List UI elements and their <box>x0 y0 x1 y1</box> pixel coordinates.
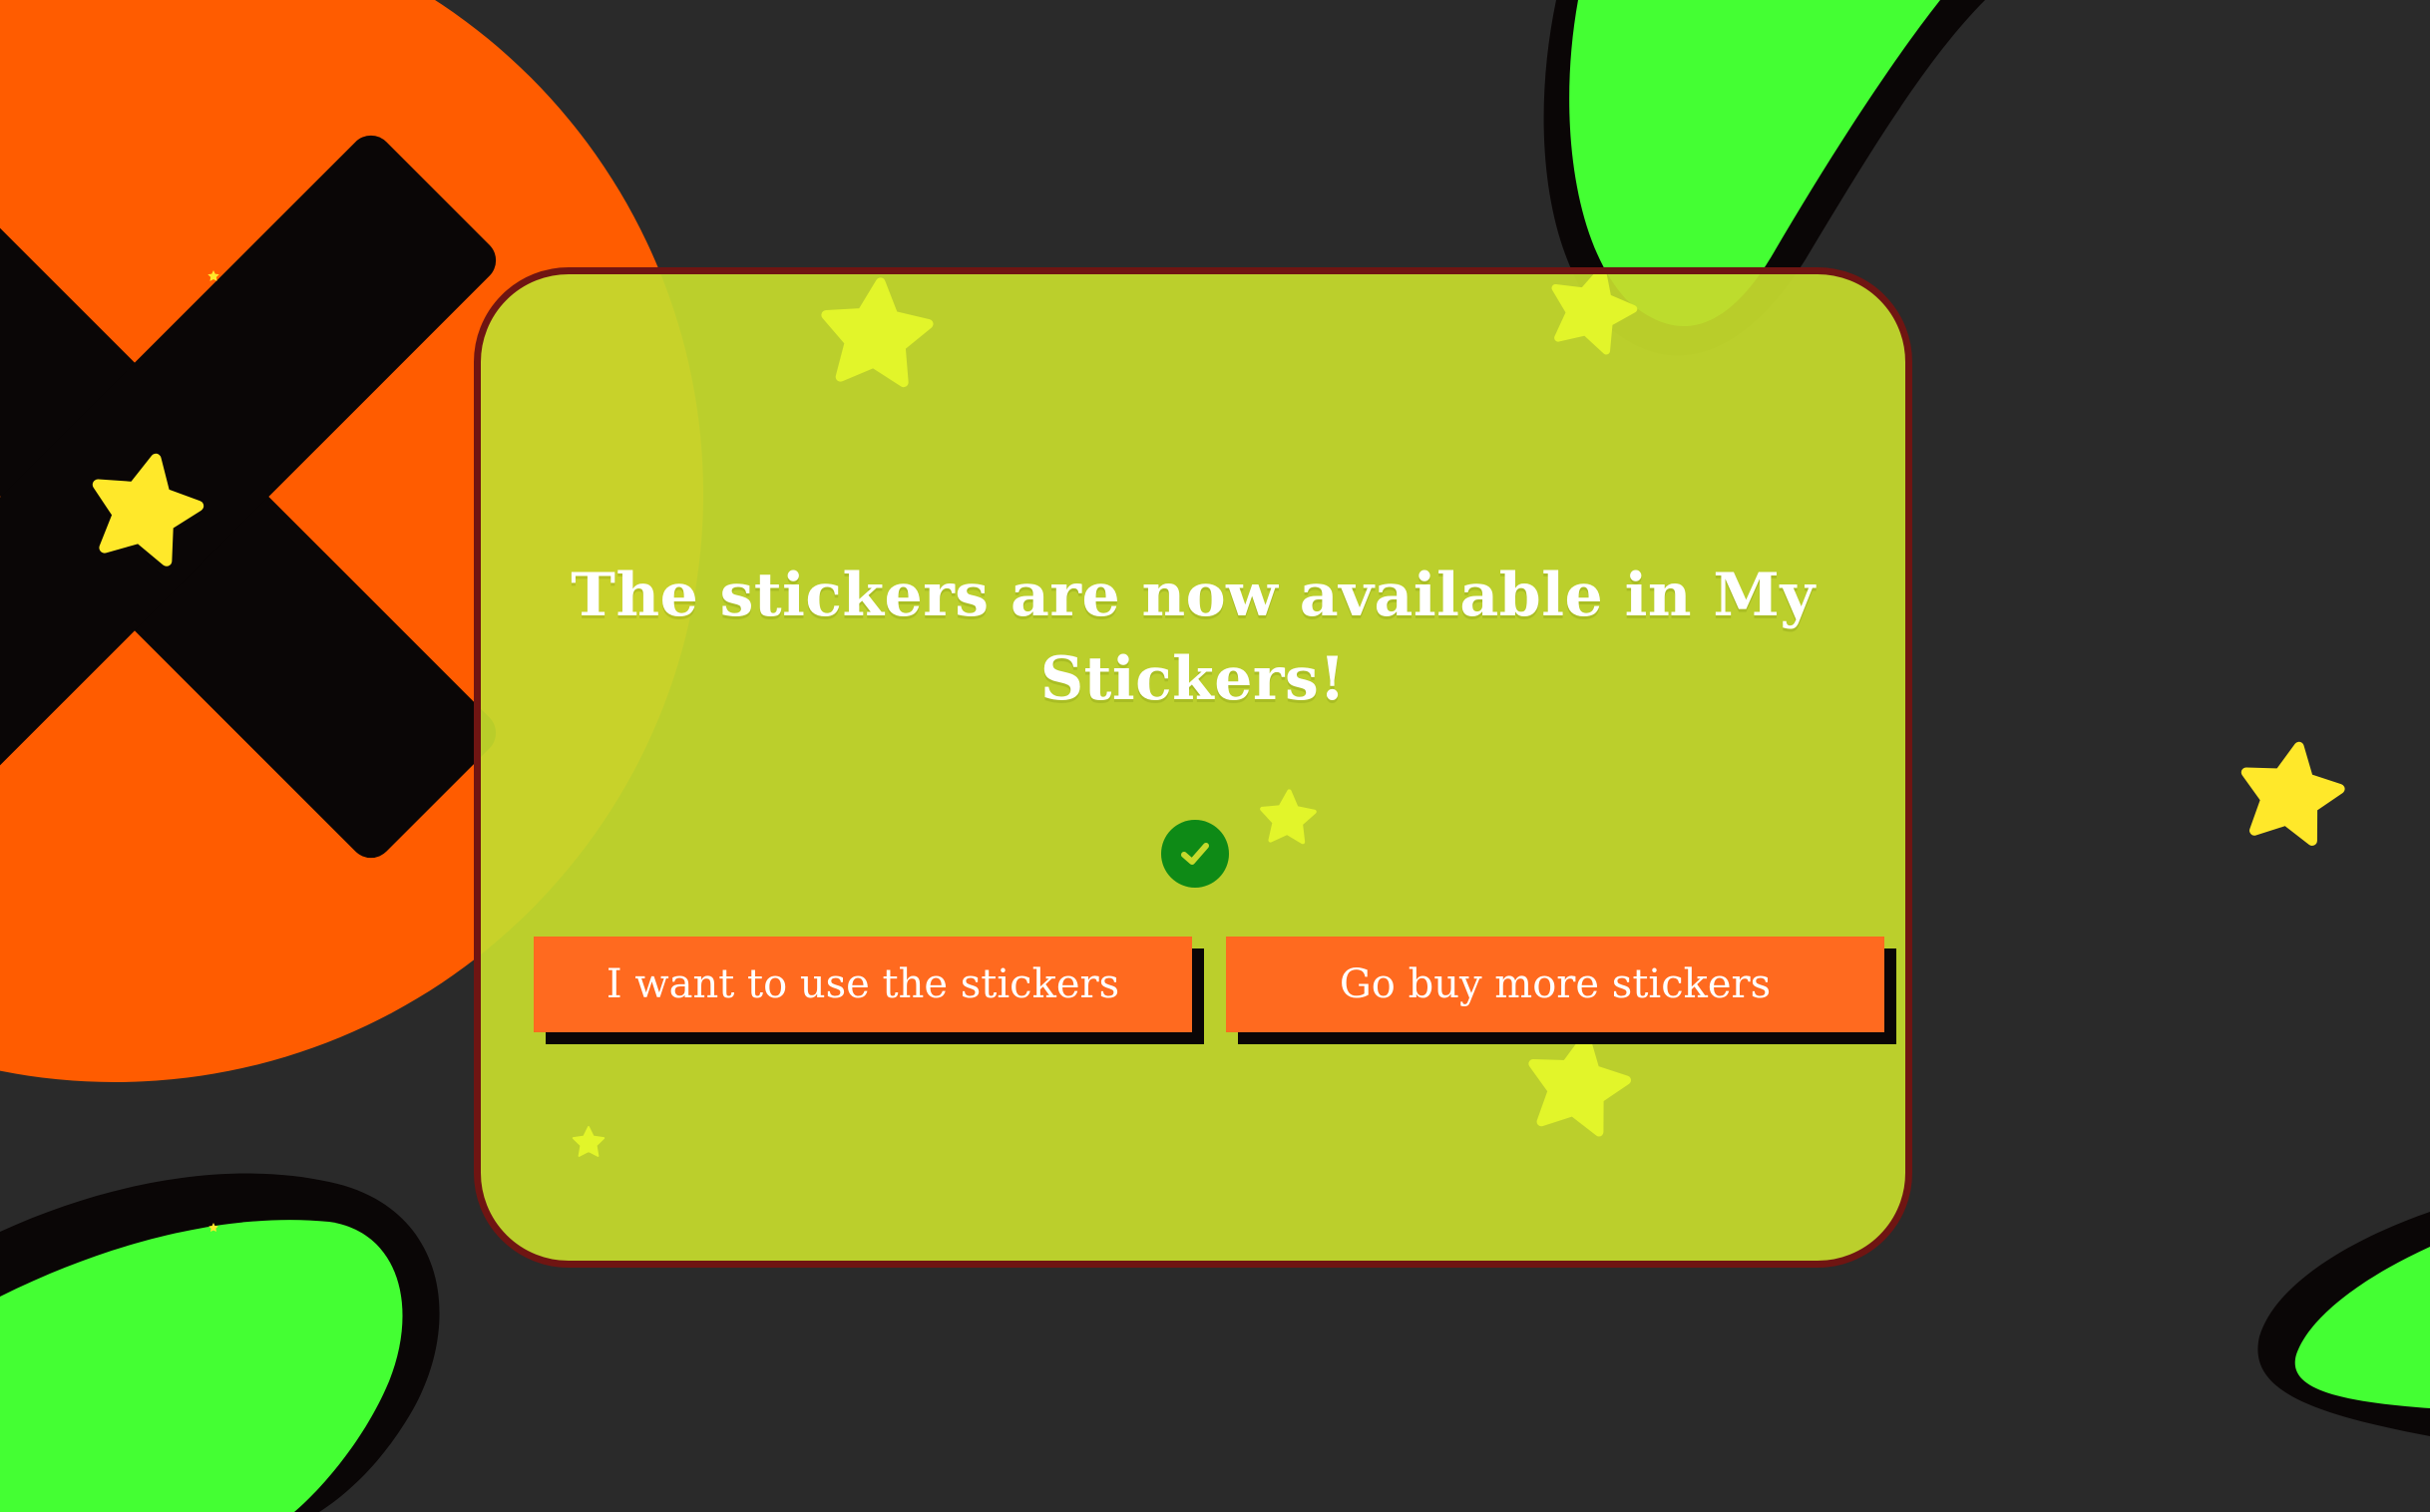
star-icon <box>1261 790 1316 842</box>
green-blob-bottom-left <box>0 1173 440 1512</box>
dialog-decorations <box>572 274 1905 1157</box>
buy-stickers-button[interactable]: Go buy more stickers <box>1226 937 1884 1032</box>
star-icon <box>821 278 932 384</box>
check-icon <box>1181 843 1209 865</box>
dialog-title: The stickers are now available in My Sti… <box>571 561 1816 714</box>
use-stickers-button[interactable]: I want to use the stickers <box>534 937 1192 1032</box>
star-icon <box>2236 738 2345 844</box>
sticker-screen: The stickers are now available in My Sti… <box>0 0 2430 1512</box>
confirmation-dialog: The stickers are now available in My Sti… <box>474 267 1912 1268</box>
check-circle-icon <box>1161 820 1229 888</box>
star-icon <box>1543 274 1641 355</box>
star-icon <box>572 1126 606 1157</box>
star-icon <box>1523 1029 1632 1135</box>
green-blob-bottom-right <box>2257 1212 2430 1436</box>
